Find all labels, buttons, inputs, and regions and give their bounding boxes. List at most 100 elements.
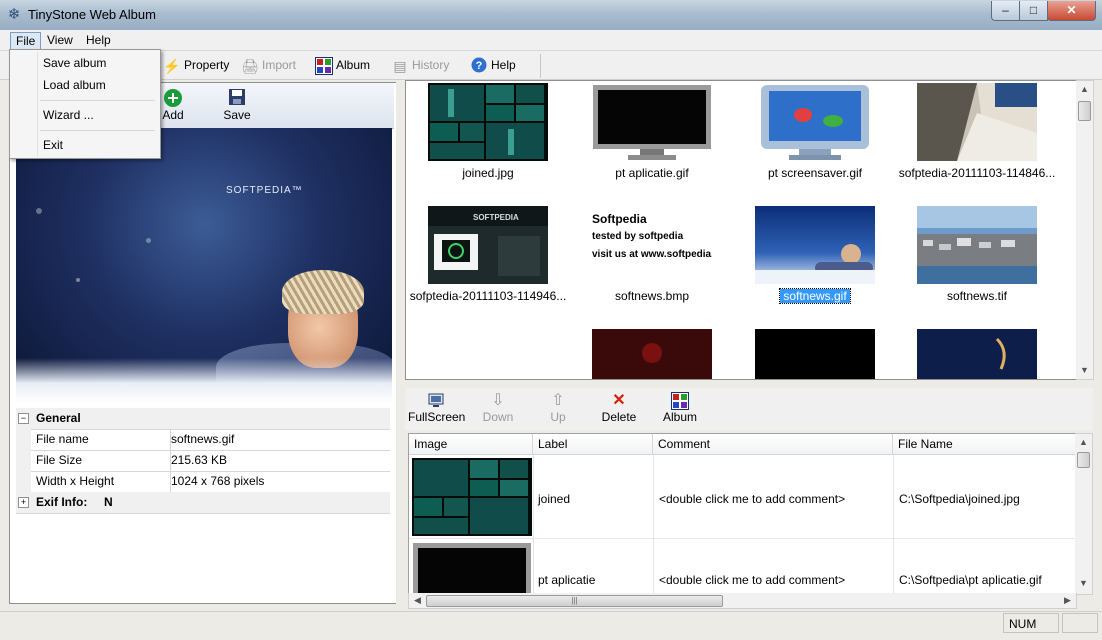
column-header-label[interactable]: Label xyxy=(533,434,653,455)
thumbnail-label: sofptedia-20111103-114946... xyxy=(409,289,567,303)
menu-bar xyxy=(0,30,1102,51)
scroll-left-icon[interactable]: ◀ xyxy=(409,592,426,609)
album-label: Album xyxy=(336,58,371,72)
thumbnail-row3-3[interactable] xyxy=(917,329,1037,379)
fullscreen-label: FullScreen xyxy=(408,410,466,424)
scanner-icon: 🖨 xyxy=(241,57,259,74)
minimize-button[interactable]: – xyxy=(991,1,1020,21)
prop-row-filesize[interactable]: File Size 215.63 KB xyxy=(16,450,390,472)
expand-icon[interactable]: + xyxy=(18,497,29,508)
delete-button[interactable]: ✕ Delete xyxy=(598,392,640,424)
monitor-icon xyxy=(426,392,446,410)
import-button[interactable]: 🖨 Import xyxy=(241,55,296,75)
thumbnail-softnews-bmp[interactable]: Softpedia tested by softpedia visit us a… xyxy=(592,206,712,284)
down-button[interactable]: ⇩ Down xyxy=(478,392,518,424)
property-button[interactable]: ⚡ Property xyxy=(163,55,229,75)
menu-file[interactable]: File xyxy=(10,32,42,50)
prop-name: Width x Height xyxy=(36,474,115,488)
close-button[interactable]: ✕ xyxy=(1047,1,1096,21)
vertical-splitter[interactable] xyxy=(396,80,404,610)
thumbnail-label: softnews.tif xyxy=(946,289,1008,303)
scroll-right-icon[interactable]: ▶ xyxy=(1059,592,1076,609)
thumbnail-softnews-tif[interactable] xyxy=(917,206,1037,284)
thumbnail-label: pt aplicatie.gif xyxy=(615,166,689,180)
menu-item-wizard[interactable]: Wizard ... xyxy=(43,108,94,122)
collapse-icon[interactable]: − xyxy=(18,413,29,424)
table-cell-comment[interactable]: <double click me to add comment> xyxy=(659,573,845,587)
preview-brand-text: SOFTPEDIA™ xyxy=(226,185,303,196)
thumbnail-scrollbar[interactable]: ▲ ▼ xyxy=(1076,80,1094,380)
scroll-up-icon[interactable]: ▲ xyxy=(1075,434,1092,451)
category-general[interactable]: − General xyxy=(16,408,390,430)
thumbnail-joined[interactable] xyxy=(428,83,548,161)
help-button[interactable]: ? Help xyxy=(470,55,516,75)
maximize-button[interactable]: □ xyxy=(1019,1,1048,21)
table-cell-label[interactable]: pt aplicatie xyxy=(538,573,595,587)
album-list-table[interactable]: Image Label Comment File Name joined <do… xyxy=(408,433,1077,595)
column-header-image[interactable]: Image xyxy=(409,434,533,455)
thumbnail-row3-1[interactable] xyxy=(592,329,712,379)
app-snowflake-icon: ❄ xyxy=(7,6,21,23)
scroll-down-icon[interactable]: ▼ xyxy=(1076,362,1093,379)
status-pane xyxy=(1062,613,1098,633)
menu-item-save-album[interactable]: Save album xyxy=(43,56,106,70)
prop-value: 215.63 KB xyxy=(170,450,381,471)
toolbar-separator xyxy=(540,54,541,78)
thumbnail-label: joined.jpg xyxy=(462,166,514,180)
table-cell-comment[interactable]: <double click me to add comment> xyxy=(659,492,845,506)
prop-value: softnews.gif xyxy=(170,429,381,450)
horizontal-splitter[interactable] xyxy=(405,380,1093,388)
title-bar[interactable] xyxy=(0,0,1102,30)
scroll-thumb[interactable] xyxy=(1078,101,1091,121)
thumbnail-softpedia-1[interactable] xyxy=(917,83,1037,161)
table-scrollbar[interactable]: ▲ ▼ xyxy=(1075,433,1093,595)
add-label: Add xyxy=(162,108,184,122)
album-grid-icon xyxy=(670,392,690,410)
table-cell-filename[interactable]: C:\Softpedia\pt aplicatie.gif xyxy=(899,573,1042,587)
column-header-filename[interactable]: File Name xyxy=(893,434,1076,455)
menu-item-exit[interactable]: Exit xyxy=(43,138,63,152)
album-list-button[interactable]: Album xyxy=(659,392,701,424)
scroll-thumb[interactable]: ||| xyxy=(426,595,723,607)
preview-figure-hair xyxy=(282,270,364,314)
thumbnail-row3-2[interactable] xyxy=(755,329,875,379)
save-button[interactable]: Save xyxy=(217,88,257,122)
up-label: Up xyxy=(550,410,566,424)
column-header-comment[interactable]: Comment xyxy=(653,434,893,455)
prop-row-filename[interactable]: File name softnews.gif xyxy=(16,429,390,451)
scroll-up-icon[interactable]: ▲ xyxy=(1076,81,1093,98)
scroll-down-icon[interactable]: ▼ xyxy=(1075,575,1092,592)
table-cell-label[interactable]: joined xyxy=(538,492,570,506)
image-preview: SOFTPEDIA™ xyxy=(16,128,392,404)
category-exif[interactable]: + Exif Info: N xyxy=(16,492,390,514)
thumbnail-pt-screensaver[interactable] xyxy=(755,83,875,161)
thumbnail-softnews-gif[interactable] xyxy=(755,206,875,284)
bmp-text-line: visit us at www.softpedia.com xyxy=(592,249,712,260)
lightning-icon: ⚡ xyxy=(163,57,181,74)
prop-name: File Size xyxy=(36,453,83,467)
thumbnail-pt-aplicatie[interactable] xyxy=(592,83,712,161)
num-lock-indicator: NUM xyxy=(1003,613,1059,633)
thumbnail-softpedia-2[interactable]: SOFTPEDIA xyxy=(428,206,548,284)
history-label: History xyxy=(412,58,450,72)
table-horizontal-scrollbar[interactable]: ◀ ||| ▶ xyxy=(408,593,1077,609)
menu-view[interactable]: View xyxy=(42,32,78,48)
thumbnail-view[interactable]: joined.jpg pt aplicatie.gif pt screensav… xyxy=(405,80,1078,380)
svg-text:?: ? xyxy=(476,60,483,72)
fullscreen-button[interactable]: FullScreen xyxy=(408,392,466,424)
save-label: Save xyxy=(223,108,251,122)
scroll-thumb[interactable] xyxy=(1077,452,1090,468)
album-button[interactable]: Album xyxy=(315,55,370,75)
menu-item-load-album[interactable]: Load album xyxy=(43,78,106,92)
table-row-image xyxy=(412,458,532,536)
album-grid-icon xyxy=(315,56,333,75)
prop-row-dimensions[interactable]: Width x Height 1024 x 768 pixels xyxy=(16,471,390,493)
menu-help[interactable]: Help xyxy=(81,32,116,48)
history-button[interactable]: ▤ History xyxy=(391,55,449,75)
table-cell-filename[interactable]: C:\Softpedia\joined.jpg xyxy=(899,492,1020,506)
floppy-icon xyxy=(227,88,247,108)
arrow-up-icon: ⇧ xyxy=(551,392,565,409)
preview-foam xyxy=(16,358,392,404)
up-button[interactable]: ⇧ Up xyxy=(538,392,578,424)
prop-value: 1024 x 768 pixels xyxy=(170,471,381,492)
